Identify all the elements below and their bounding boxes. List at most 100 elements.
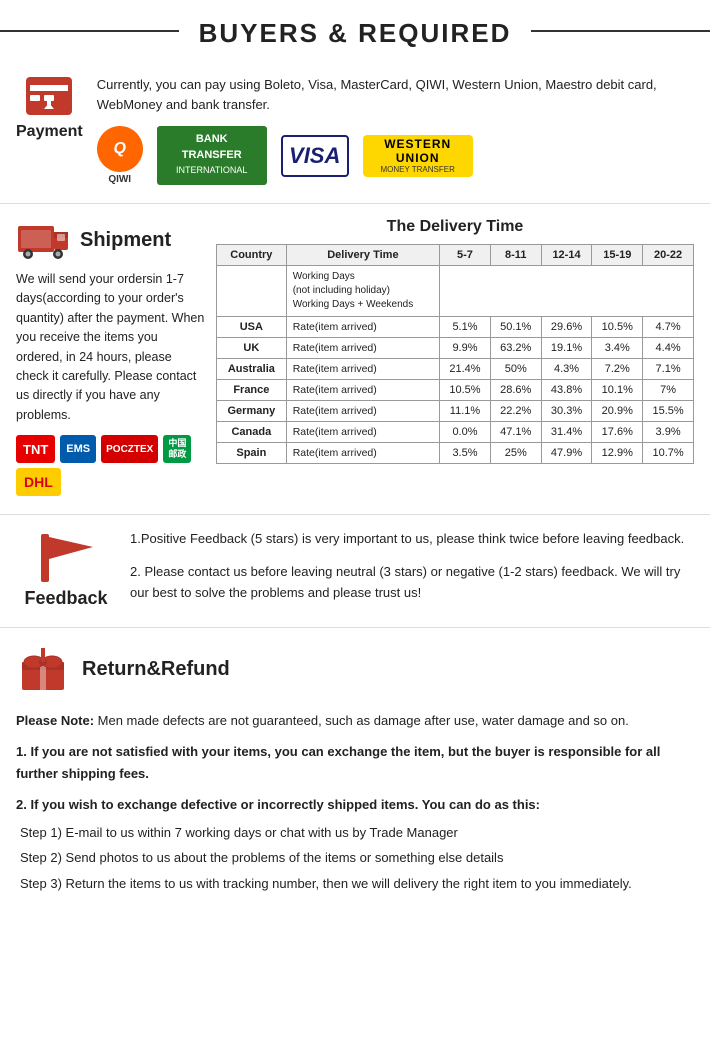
- cell-rate-label: Rate(item arrived): [286, 317, 439, 338]
- step1: Step 1) E-mail to us within 7 working da…: [20, 822, 694, 843]
- payment-logos: Q QIWI BANK TRANSFERINTERNATIONAL VISA W…: [97, 126, 694, 185]
- delivery-table: Country Delivery Time 5-7 8-11 12-14 15-…: [216, 244, 694, 464]
- table-row: Australia Rate(item arrived) 21.4% 50% 4…: [217, 359, 694, 380]
- return-point1: 1. If you are not satisfied with your it…: [16, 741, 694, 784]
- step2: Step 2) Send photos to us about the prob…: [20, 847, 694, 868]
- bank-transfer-logo: BANK TRANSFERINTERNATIONAL: [157, 126, 267, 184]
- cell-c4: 10.5%: [592, 317, 643, 338]
- cell-rate-label: Rate(item arrived): [286, 338, 439, 359]
- shipment-label: Shipment: [80, 229, 171, 252]
- payment-section: Payment Currently, you can pay using Bol…: [0, 61, 710, 204]
- cell-c2: 25%: [490, 443, 541, 464]
- return-header: Return&Refund: [16, 642, 694, 696]
- cell-c3: 31.4%: [541, 422, 592, 443]
- return-refund-section: Return&Refund Please Note: Men made defe…: [0, 628, 710, 914]
- table-row: Germany Rate(item arrived) 11.1% 22.2% 3…: [217, 401, 694, 422]
- cell-c5: 3.9%: [643, 422, 694, 443]
- cell-c3: 4.3%: [541, 359, 592, 380]
- col-20-22: 20-22: [643, 245, 694, 266]
- visa-logo: VISA: [281, 135, 349, 177]
- cell-c2: 63.2%: [490, 338, 541, 359]
- pocztex-logo: POCZTEX: [101, 435, 158, 463]
- col-8-11: 8-11: [490, 245, 541, 266]
- col-12-14: 12-14: [541, 245, 592, 266]
- table-row: USA Rate(item arrived) 5.1% 50.1% 29.6% …: [217, 317, 694, 338]
- cell-c1: 5.1%: [440, 317, 491, 338]
- cell-country: USA: [217, 317, 287, 338]
- return-note: Please Note: Men made defects are not gu…: [16, 710, 694, 731]
- cell-c1: 9.9%: [440, 338, 491, 359]
- return-steps: Step 1) E-mail to us within 7 working da…: [20, 822, 694, 894]
- tnt-logo: TNT: [16, 435, 55, 463]
- feedback-text2: 2. Please contact us before leaving neut…: [130, 562, 694, 604]
- dhl-logo: DHL: [16, 468, 61, 496]
- cell-c1: 11.1%: [440, 401, 491, 422]
- payment-label: Payment: [16, 123, 83, 141]
- return-body: Please Note: Men made defects are not gu…: [16, 710, 694, 894]
- western-union-logo: WESTERN UNION MONEY TRANSFER: [363, 135, 473, 177]
- cell-rate-label: Rate(item arrived): [286, 359, 439, 380]
- return-note-bold: Please Note:: [16, 713, 94, 728]
- cell-c4: 20.9%: [592, 401, 643, 422]
- cell-country: Canada: [217, 422, 287, 443]
- cell-c3: 29.6%: [541, 317, 592, 338]
- cell-c1: 0.0%: [440, 422, 491, 443]
- feedback-flag-icon: [31, 529, 101, 584]
- col-15-19: 15-19: [592, 245, 643, 266]
- cell-country: Germany: [217, 401, 287, 422]
- cell-c5: 7.1%: [643, 359, 694, 380]
- feedback-text: 1.Positive Feedback (5 stars) is very im…: [130, 529, 694, 603]
- cell-c2: 47.1%: [490, 422, 541, 443]
- page-title: BUYERS & REQUIRED: [179, 18, 532, 49]
- cell-country: France: [217, 380, 287, 401]
- cell-c5: 4.7%: [643, 317, 694, 338]
- cell-c3: 47.9%: [541, 443, 592, 464]
- feedback-icon-area: Feedback: [16, 529, 116, 609]
- table-row: UK Rate(item arrived) 9.9% 63.2% 19.1% 3…: [217, 338, 694, 359]
- cell-c5: 15.5%: [643, 401, 694, 422]
- return-point2: 2. If you wish to exchange defective or …: [16, 794, 694, 815]
- payment-description: Currently, you can pay using Boleto, Vis…: [97, 75, 694, 114]
- cell-c2: 50.1%: [490, 317, 541, 338]
- col-country: Country: [217, 245, 287, 266]
- ems-logo: EMS: [60, 435, 96, 463]
- col-delivery: Delivery Time: [286, 245, 439, 266]
- table-row: France Rate(item arrived) 10.5% 28.6% 43…: [217, 380, 694, 401]
- feedback-text1: 1.Positive Feedback (5 stars) is very im…: [130, 529, 694, 550]
- step3: Step 3) Return the items to us with trac…: [20, 873, 694, 894]
- cell-c5: 7%: [643, 380, 694, 401]
- cell-c2: 50%: [490, 359, 541, 380]
- return-icon: [16, 642, 70, 696]
- cell-c4: 3.4%: [592, 338, 643, 359]
- cell-rate-label: Rate(item arrived): [286, 443, 439, 464]
- cell-country: Spain: [217, 443, 287, 464]
- cell-c4: 12.9%: [592, 443, 643, 464]
- cell-c1: 21.4%: [440, 359, 491, 380]
- feedback-label: Feedback: [24, 588, 107, 609]
- return-title: Return&Refund: [82, 658, 230, 681]
- cell-c3: 43.8%: [541, 380, 592, 401]
- cell-rate-label: Rate(item arrived): [286, 422, 439, 443]
- cell-country: Australia: [217, 359, 287, 380]
- payment-icon: Payment: [16, 75, 83, 141]
- page-header: BUYERS & REQUIRED: [0, 0, 710, 61]
- shipment-section: Shipment We will send your ordersin 1-7 …: [0, 204, 710, 515]
- col-5-7: 5-7: [440, 245, 491, 266]
- cell-c5: 4.4%: [643, 338, 694, 359]
- cell-c4: 10.1%: [592, 380, 643, 401]
- cell-c4: 7.2%: [592, 359, 643, 380]
- cell-c1: 10.5%: [440, 380, 491, 401]
- col-blank: [217, 266, 287, 317]
- chinapost-logo: 中国邮政: [163, 435, 191, 463]
- cell-country: UK: [217, 338, 287, 359]
- cell-rate-label: Rate(item arrived): [286, 380, 439, 401]
- cell-c3: 30.3%: [541, 401, 592, 422]
- cell-c2: 28.6%: [490, 380, 541, 401]
- cell-c3: 19.1%: [541, 338, 592, 359]
- cell-c5: 10.7%: [643, 443, 694, 464]
- cell-c2: 22.2%: [490, 401, 541, 422]
- cell-c4: 17.6%: [592, 422, 643, 443]
- cell-c1: 3.5%: [440, 443, 491, 464]
- shipping-logos: TNT EMS POCZTEX 中国邮政 DHL: [16, 435, 206, 496]
- table-row: Canada Rate(item arrived) 0.0% 47.1% 31.…: [217, 422, 694, 443]
